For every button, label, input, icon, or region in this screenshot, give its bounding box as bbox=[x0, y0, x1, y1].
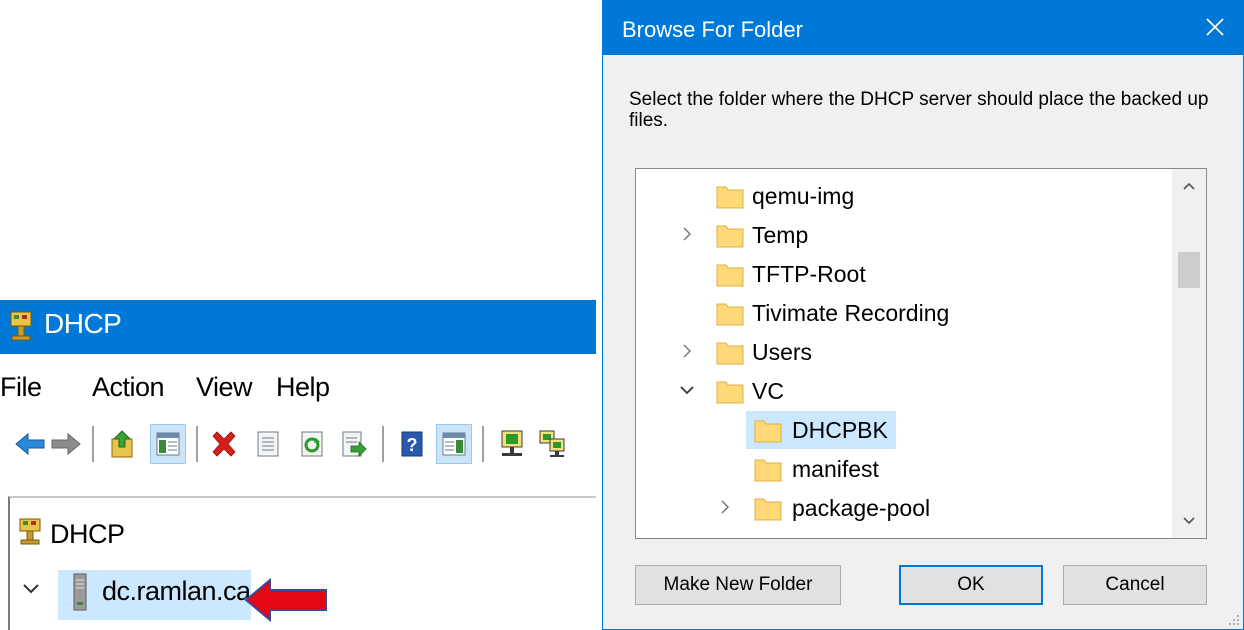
folder-item-label: DHCPBK bbox=[792, 417, 888, 443]
dhcp-toolbar: ? bbox=[0, 424, 596, 468]
dhcp-title-bar[interactable]: DHCP bbox=[0, 300, 596, 354]
folder-item-label: Users bbox=[752, 339, 813, 365]
help-icon[interactable]: ? bbox=[394, 424, 430, 464]
folder-item-dhcpbk[interactable]: DHCPBK bbox=[636, 411, 1176, 449]
dialog-instruction: Select the folder where the DHCP server … bbox=[629, 89, 1209, 131]
show-hide-action-pane-icon[interactable] bbox=[436, 424, 472, 464]
back-arrow-icon[interactable] bbox=[12, 424, 48, 464]
scrollbar-thumb[interactable] bbox=[1178, 252, 1200, 288]
cancel-button[interactable]: Cancel bbox=[1063, 565, 1207, 605]
folder-item-label: TFTP-Root bbox=[752, 261, 866, 287]
dhcp-app-icon bbox=[8, 310, 34, 342]
tree-node-dhcp[interactable]: DHCP bbox=[18, 516, 125, 552]
delete-icon[interactable] bbox=[206, 424, 242, 464]
authorize-server-icon[interactable] bbox=[494, 424, 530, 464]
resize-grip-icon[interactable] bbox=[1227, 613, 1241, 627]
folder-item-label: package-pool bbox=[792, 495, 931, 521]
menu-help[interactable]: Help bbox=[276, 372, 330, 403]
chevron-right-icon[interactable] bbox=[676, 340, 698, 362]
tree-node-server-label: dc.ramlan.ca bbox=[102, 576, 251, 606]
show-hide-console-tree-icon[interactable] bbox=[150, 424, 186, 464]
make-new-folder-button[interactable]: Make New Folder bbox=[635, 565, 841, 605]
folder-icon bbox=[754, 455, 782, 483]
refresh-icon[interactable] bbox=[294, 424, 330, 464]
menu-view[interactable]: View bbox=[196, 372, 253, 403]
folder-icon bbox=[716, 260, 744, 288]
chevron-right-icon[interactable] bbox=[714, 496, 736, 518]
folder-item-qemu-img[interactable]: qemu-img bbox=[636, 177, 1176, 215]
menu-action[interactable]: Action bbox=[92, 372, 165, 403]
browse-for-folder-dialog: Browse For Folder Select the folder wher… bbox=[602, 0, 1244, 630]
folder-icon bbox=[716, 377, 744, 405]
folder-item-temp[interactable]: Temp bbox=[636, 216, 1176, 254]
chevron-right-icon[interactable] bbox=[676, 223, 698, 245]
folder-item-vc[interactable]: VC bbox=[636, 372, 1176, 410]
folder-icon bbox=[754, 494, 782, 522]
vertical-scrollbar[interactable] bbox=[1172, 169, 1206, 538]
svg-text:?: ? bbox=[407, 435, 418, 455]
ok-button[interactable]: OK bbox=[899, 565, 1043, 605]
folder-icon bbox=[716, 221, 744, 249]
dialog-title: Browse For Folder bbox=[622, 17, 803, 42]
close-icon[interactable] bbox=[1197, 9, 1233, 45]
chevron-down-icon[interactable] bbox=[676, 379, 698, 401]
folder-item-label: manifest bbox=[792, 456, 879, 482]
menu-file[interactable]: File bbox=[0, 372, 42, 403]
up-one-level-icon[interactable] bbox=[104, 424, 140, 464]
folder-icon bbox=[716, 182, 744, 210]
folder-icon bbox=[754, 416, 782, 444]
red-arrow-annotation bbox=[244, 577, 328, 627]
dhcp-node-icon bbox=[18, 517, 42, 552]
properties-icon[interactable] bbox=[250, 424, 286, 464]
forward-arrow-icon[interactable] bbox=[48, 424, 84, 464]
folder-icon bbox=[716, 338, 744, 366]
dialog-title-bar[interactable]: Browse For Folder bbox=[603, 1, 1243, 55]
dhcp-menu-bar: File Action View Help bbox=[0, 368, 596, 408]
tree-node-dhcp-label: DHCP bbox=[50, 518, 125, 549]
folder-item-label: VC bbox=[752, 378, 784, 404]
dhcp-window-title: DHCP bbox=[44, 308, 122, 339]
folder-item-tftp-root[interactable]: TFTP-Root bbox=[636, 255, 1176, 293]
folder-item-label: Temp bbox=[752, 222, 809, 248]
export-list-icon[interactable] bbox=[336, 424, 372, 464]
server-icon bbox=[72, 572, 88, 617]
manage-authorized-servers-icon[interactable] bbox=[534, 424, 570, 464]
folder-item-tivimate-recording[interactable]: Tivimate Recording bbox=[636, 294, 1176, 332]
scroll-down-arrow-icon[interactable] bbox=[1172, 504, 1206, 538]
folder-icon bbox=[716, 299, 744, 327]
chevron-down-icon[interactable] bbox=[22, 582, 40, 601]
folder-item-label: qemu-img bbox=[752, 183, 855, 209]
scroll-up-arrow-icon[interactable] bbox=[1172, 169, 1206, 203]
folder-item-label: Tivimate Recording bbox=[752, 300, 950, 326]
folder-item-users[interactable]: Users bbox=[636, 333, 1176, 371]
folder-item-manifest[interactable]: manifest bbox=[636, 450, 1176, 488]
folder-tree-view[interactable]: qemu-img Temp TFTP-Root Tivimate Recordi… bbox=[635, 168, 1207, 539]
folder-item-package-pool[interactable]: package-pool bbox=[636, 489, 1176, 527]
